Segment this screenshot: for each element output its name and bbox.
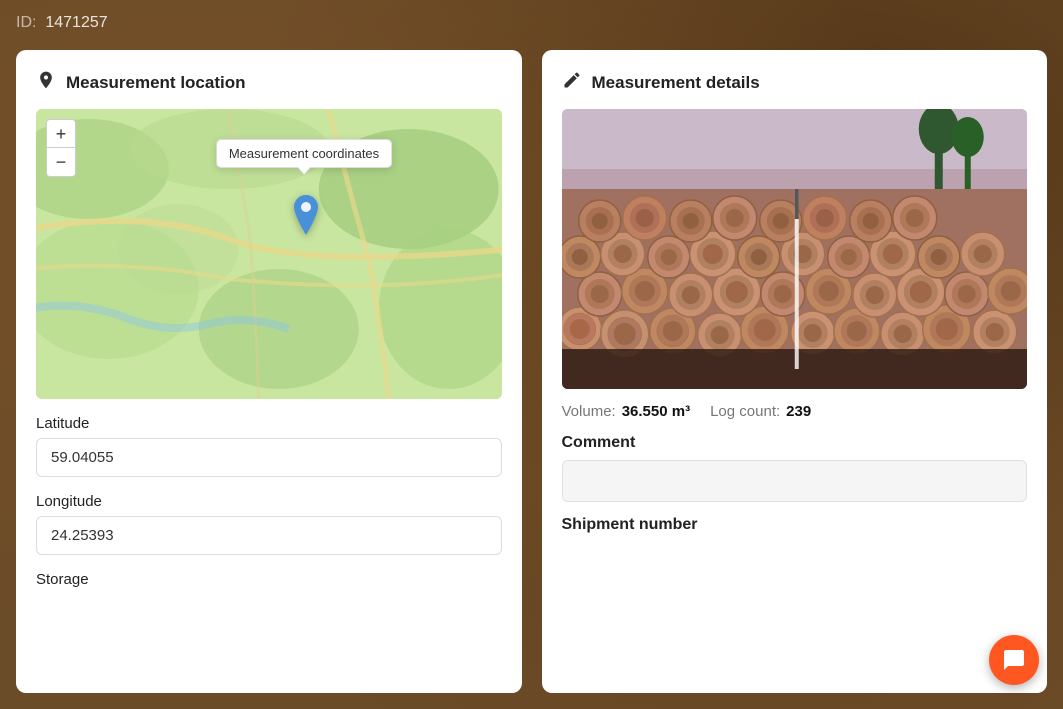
- storage-label: Storage: [36, 571, 502, 588]
- id-prefix: ID:: [16, 14, 36, 31]
- logs-background: [562, 109, 1028, 389]
- volume-stat: Volume: 36.550 m³: [562, 403, 691, 420]
- map-container[interactable]: + − Measurement coordinates: [36, 109, 502, 399]
- comment-label: Comment: [562, 434, 1028, 452]
- stats-row: Volume: 36.550 m³ Log count: 239: [562, 403, 1028, 420]
- map-tooltip: Measurement coordinates: [216, 139, 392, 168]
- log-count-label: Log count:: [710, 403, 780, 420]
- map-pin[interactable]: [290, 195, 322, 240]
- map-background: + − Measurement coordinates: [36, 109, 502, 399]
- volume-label: Volume:: [562, 403, 616, 420]
- comment-input[interactable]: [562, 460, 1028, 502]
- chat-button[interactable]: [989, 635, 1039, 685]
- volume-value: 36.550 m³: [622, 403, 690, 420]
- panels-container: Measurement location: [16, 50, 1047, 693]
- longitude-input[interactable]: [36, 516, 502, 555]
- left-panel: Measurement location: [16, 50, 522, 693]
- shipment-label: Shipment number: [562, 516, 1028, 534]
- zoom-out-button[interactable]: −: [47, 148, 75, 176]
- latitude-label: Latitude: [36, 415, 502, 432]
- chat-icon: [1002, 648, 1026, 672]
- log-count-value: 239: [786, 403, 811, 420]
- right-panel: Measurement details: [542, 50, 1048, 693]
- log-image: [562, 109, 1028, 389]
- log-count-stat: Log count: 239: [710, 403, 811, 420]
- location-icon: [36, 70, 56, 95]
- left-panel-title: Measurement location: [66, 73, 246, 93]
- id-value: 1471257: [45, 14, 107, 31]
- left-panel-header: Measurement location: [36, 70, 502, 95]
- latitude-input[interactable]: [36, 438, 502, 477]
- right-panel-title: Measurement details: [592, 73, 760, 93]
- zoom-in-button[interactable]: +: [47, 120, 75, 148]
- page-id: ID: 1471257: [16, 14, 108, 32]
- longitude-label: Longitude: [36, 493, 502, 510]
- map-zoom-controls: + −: [46, 119, 76, 177]
- edit-icon: [562, 70, 582, 95]
- right-panel-header: Measurement details: [562, 70, 1028, 95]
